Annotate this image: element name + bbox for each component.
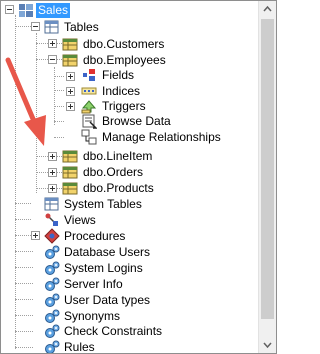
tree-line — [15, 299, 33, 300]
expand-toggle[interactable] — [48, 168, 57, 177]
tree-item-check-constraints[interactable]: Check Constraints — [62, 324, 164, 339]
tree-item-orders[interactable]: dbo.Orders — [81, 165, 145, 180]
tree-item-synonyms[interactable]: Synonyms — [62, 309, 122, 324]
table-icon — [44, 197, 59, 211]
gear-icon — [45, 309, 60, 323]
tree-line — [15, 347, 33, 348]
gear-icon — [45, 277, 60, 291]
tree-line — [15, 283, 33, 284]
tree-item-indices[interactable]: Indices — [100, 84, 142, 99]
tree-item-lineitem[interactable]: dbo.LineItem — [81, 149, 154, 164]
scroll-down-icon[interactable] — [259, 336, 276, 353]
tree-item-employees[interactable]: dbo.Employees — [81, 53, 168, 68]
table-icon — [44, 20, 59, 34]
gear-icon — [45, 245, 60, 259]
tree-item-browse-data[interactable]: Browse Data — [100, 114, 173, 129]
expand-toggle[interactable] — [48, 152, 57, 161]
tree-line — [15, 315, 33, 316]
tree-line — [54, 90, 64, 91]
fields-icon — [83, 69, 95, 81]
database-tree: Sales Tables dbo.Customers dbo.Employees… — [1, 1, 259, 353]
tree-line — [54, 121, 64, 122]
tree-line — [15, 203, 31, 204]
table-icon — [62, 150, 78, 163]
gear-icon — [45, 340, 60, 353]
table-icon — [62, 182, 78, 195]
tree-item-customers[interactable]: dbo.Customers — [81, 37, 166, 52]
tree-view-panel: Sales Tables dbo.Customers dbo.Employees… — [0, 0, 277, 354]
table-icon — [62, 54, 78, 67]
tree-line — [54, 76, 64, 77]
triggers-icon — [81, 100, 97, 114]
expand-toggle[interactable] — [48, 39, 57, 48]
tree-line — [15, 219, 31, 220]
tree-item-database-users[interactable]: Database Users — [62, 245, 152, 260]
tree-line — [15, 267, 33, 268]
table-icon — [62, 166, 78, 179]
expand-toggle[interactable] — [66, 102, 75, 111]
database-icon — [19, 4, 33, 17]
tree-item-triggers[interactable]: Triggers — [100, 99, 148, 114]
expand-toggle[interactable] — [48, 184, 57, 193]
relationships-icon — [81, 129, 97, 145]
vertical-scrollbar[interactable] — [258, 1, 276, 353]
tree-item-views[interactable]: Views — [62, 213, 98, 228]
tree-line — [54, 106, 64, 107]
tree-item-user-data-types[interactable]: User Data types — [62, 293, 152, 308]
tree-item-system-tables[interactable]: System Tables — [62, 197, 144, 212]
tree-item-sales[interactable]: Sales — [36, 3, 71, 18]
procedures-icon — [44, 228, 60, 244]
gear-icon — [45, 293, 60, 307]
gear-icon — [45, 324, 60, 338]
table-icon — [62, 38, 78, 51]
collapse-toggle[interactable] — [48, 55, 57, 64]
views-icon — [45, 213, 58, 226]
tree-item-products[interactable]: dbo.Products — [81, 181, 156, 196]
collapse-toggle[interactable] — [5, 5, 14, 14]
tree-item-fields[interactable]: Fields — [100, 68, 136, 83]
tree-item-rules[interactable]: Rules — [62, 340, 97, 353]
tree-item-procedures[interactable]: Procedures — [62, 229, 127, 244]
tree-line — [54, 137, 64, 138]
collapse-toggle[interactable] — [31, 22, 40, 31]
scroll-up-icon[interactable] — [259, 1, 276, 18]
tree-item-manage-relationships[interactable]: Manage Relationships — [100, 130, 223, 145]
tree-line — [15, 251, 33, 252]
tree-line — [15, 331, 33, 332]
expand-toggle[interactable] — [66, 72, 75, 81]
tree-item-server-info[interactable]: Server Info — [62, 277, 125, 292]
tree-line — [36, 33, 37, 193]
indices-icon — [81, 87, 97, 95]
browse-data-icon — [82, 114, 97, 129]
expand-toggle[interactable] — [31, 231, 40, 240]
expand-toggle[interactable] — [66, 87, 75, 96]
tree-line — [15, 26, 31, 27]
tree-item-tables[interactable]: Tables — [62, 20, 101, 35]
gear-icon — [45, 261, 60, 275]
tree-item-system-logins[interactable]: System Logins — [62, 261, 145, 276]
scrollbar-thumb[interactable] — [261, 19, 274, 319]
